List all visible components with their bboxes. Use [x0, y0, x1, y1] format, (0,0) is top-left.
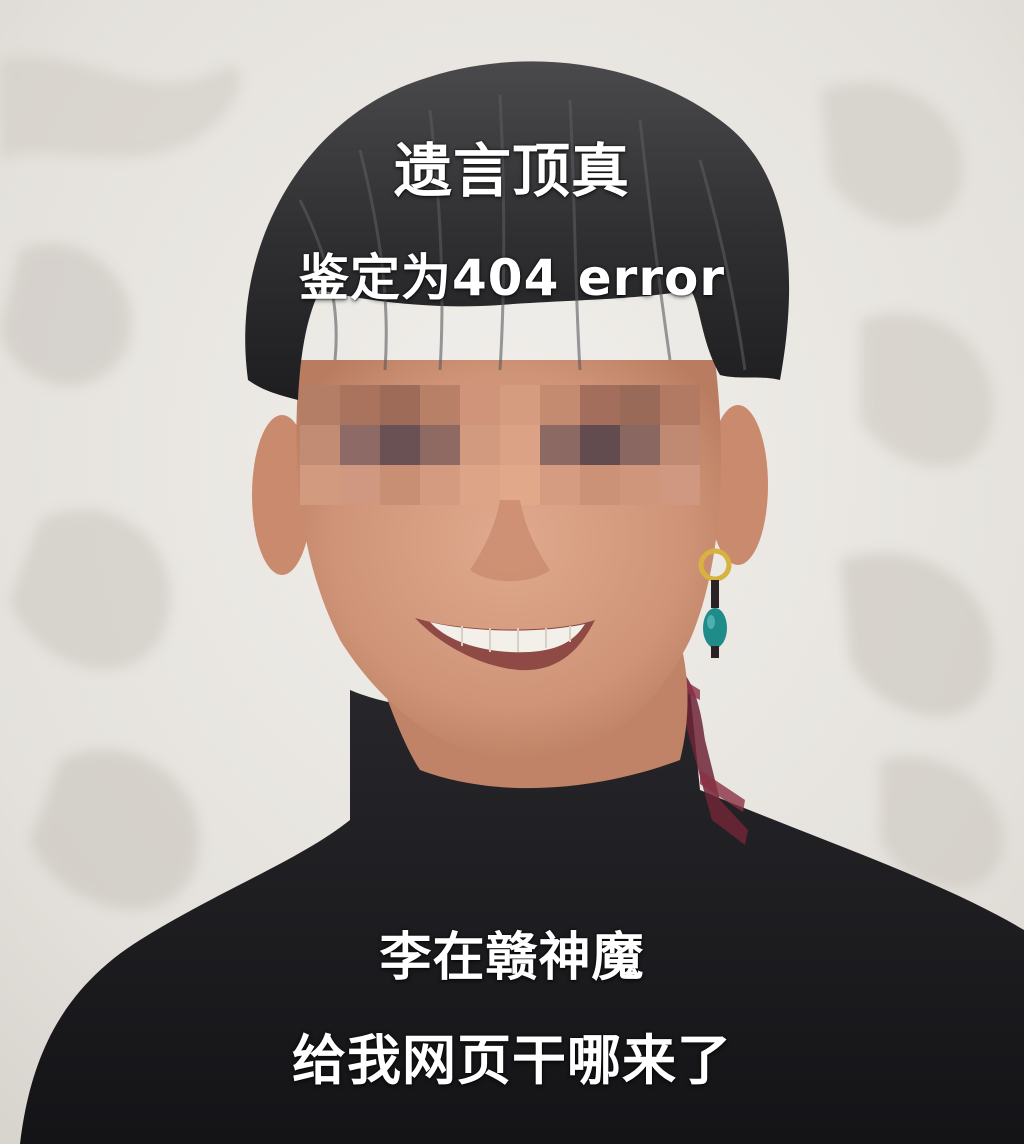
caption-line-1: 遗言顶真 — [393, 137, 630, 205]
caption-line-3: 李在赣神魔 — [379, 928, 645, 988]
meme-image: 遗言顶真 鉴定为404 error 李在赣神魔 给我网页干哪来了 — [0, 0, 1024, 1144]
caption-line-2: 鉴定为404 error — [298, 249, 725, 307]
caption-line-4: 给我网页干哪来了 — [292, 1029, 732, 1092]
pixelated-eye-censor — [300, 385, 700, 505]
